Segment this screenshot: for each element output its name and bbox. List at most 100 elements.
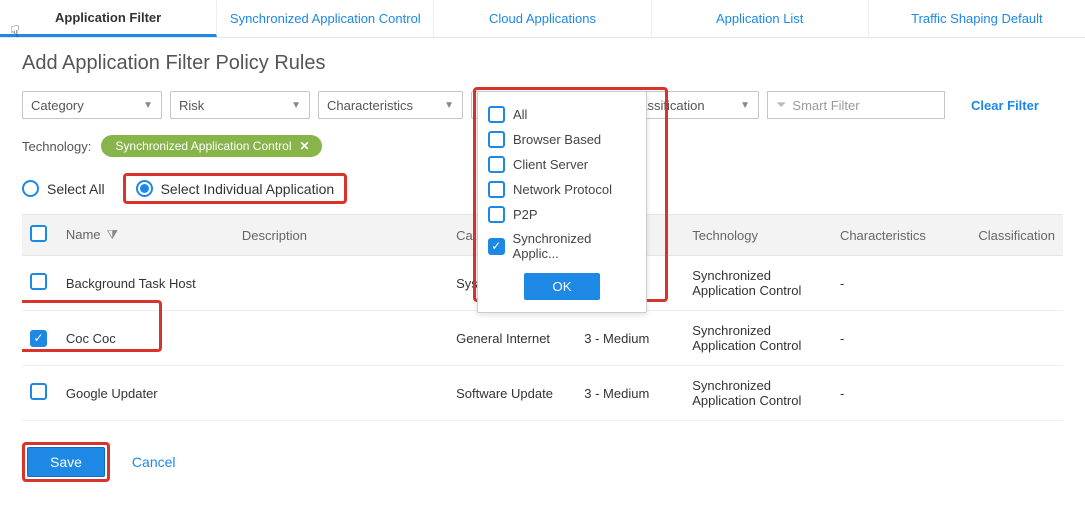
cell-name: Host Process for Windows Services — [58, 421, 234, 435]
chip-label: Technology: — [22, 139, 91, 154]
tab-label: Application List — [716, 11, 803, 26]
funnel-icon[interactable]: ⧩ — [107, 227, 119, 242]
cell-category: General Internet — [448, 311, 576, 366]
ok-button[interactable]: OK — [524, 273, 599, 300]
dropdown-risk[interactable]: Risk ▼ — [170, 91, 310, 119]
tech-option-p2p[interactable]: P2P — [488, 202, 636, 227]
cell-name: Google Updater — [58, 366, 234, 421]
smart-filter-input[interactable]: ⏷ Smart Filter — [767, 91, 945, 119]
row-checkbox[interactable] — [30, 273, 47, 290]
cell-category: System Applications — [448, 421, 576, 435]
close-icon[interactable]: ✕ — [300, 139, 310, 153]
option-label: P2P — [513, 207, 538, 222]
cell-risk: 3 - Medium — [576, 421, 684, 435]
cell-risk: 3 - Medium — [576, 311, 684, 366]
cell-name: Coc Coc — [58, 311, 234, 366]
cell-category: Software Update — [448, 366, 576, 421]
table-row[interactable]: Host Process for Windows Services System… — [22, 421, 1063, 435]
tab-application-list[interactable]: Application List — [652, 0, 869, 37]
dropdown-label: Characteristics — [327, 98, 413, 113]
dropdown-characteristics[interactable]: Characteristics ▼ — [318, 91, 463, 119]
dropdown-label: Risk — [179, 98, 204, 113]
option-label: All — [513, 107, 527, 122]
tab-label: Traffic Shaping Default — [911, 11, 1043, 26]
cell-technology: Synchronized Application Control — [684, 366, 832, 421]
checkbox[interactable] — [488, 181, 505, 198]
tab-bar: Application Filter Synchronized Applicat… — [0, 0, 1085, 38]
cell-class — [970, 256, 1063, 311]
chip-text: Synchronized Application Control — [115, 139, 291, 153]
tech-option-all[interactable]: All — [488, 102, 636, 127]
radio-select-all[interactable]: Select All — [22, 180, 105, 197]
cancel-link[interactable]: Cancel — [132, 454, 176, 470]
pointer-cursor-icon: ☟ — [10, 22, 20, 42]
cell-risk: 3 - Medium — [576, 366, 684, 421]
cell-class — [970, 366, 1063, 421]
cell-description — [234, 311, 448, 366]
cell-technology: Synchronized Application Control — [684, 256, 832, 311]
chevron-down-icon: ▼ — [143, 100, 153, 111]
chevron-down-icon: ▼ — [291, 100, 301, 111]
tech-option-network-protocol[interactable]: Network Protocol — [488, 177, 636, 202]
col-technology[interactable]: Technology — [684, 215, 832, 256]
cell-char: - — [832, 311, 970, 366]
radio-label: Select Individual Application — [161, 181, 335, 197]
filter-chip-technology[interactable]: Synchronized Application Control ✕ — [101, 135, 321, 157]
funnel-icon: ⏷ — [776, 97, 786, 113]
cell-description — [234, 366, 448, 421]
cell-char: - — [832, 366, 970, 421]
tab-cloud-applications[interactable]: Cloud Applications — [434, 0, 651, 37]
tab-label: Cloud Applications — [489, 11, 596, 26]
row-checkbox[interactable] — [30, 383, 47, 400]
dropdown-category[interactable]: Category ▼ — [22, 91, 162, 119]
tech-option-sync-app[interactable]: ✓ Synchronized Applic... — [488, 227, 636, 265]
radio-select-individual[interactable]: Select Individual Application — [123, 173, 348, 204]
cell-name: Background Task Host — [58, 256, 234, 311]
clear-filter-link[interactable]: Clear Filter — [971, 98, 1039, 113]
col-name-label: Name — [66, 227, 101, 242]
option-label: Network Protocol — [513, 182, 612, 197]
checkbox[interactable] — [488, 156, 505, 173]
tab-label: Application Filter — [55, 10, 161, 25]
radio-label: Select All — [47, 181, 105, 197]
tab-label: Synchronized Application Control — [230, 11, 421, 26]
tab-application-filter[interactable]: Application Filter — [0, 0, 217, 37]
checkbox[interactable] — [488, 131, 505, 148]
filter-row: Category ▼ Risk ▼ Characteristics ▼ Tech… — [22, 91, 1063, 119]
table-row[interactable]: Google Updater Software Update 3 - Mediu… — [22, 366, 1063, 421]
col-description[interactable]: Description — [234, 215, 448, 256]
tech-option-browser[interactable]: Browser Based — [488, 127, 636, 152]
cell-char: - — [832, 256, 970, 311]
checkbox[interactable] — [488, 206, 505, 223]
technology-popup: All Browser Based Client Server Network … — [477, 91, 647, 313]
cell-description — [234, 421, 448, 435]
option-label: Browser Based — [513, 132, 601, 147]
cell-class — [970, 311, 1063, 366]
radio-icon — [22, 180, 39, 197]
save-button[interactable]: Save — [27, 447, 105, 477]
tab-sync-app-control[interactable]: Synchronized Application Control — [217, 0, 434, 37]
col-characteristics[interactable]: Characteristics — [832, 215, 970, 256]
cell-class — [970, 421, 1063, 435]
cell-technology: Synchronized Application Control — [684, 421, 832, 435]
dropdown-label: Category — [31, 98, 84, 113]
page-title: Add Application Filter Policy Rules — [22, 52, 1063, 75]
chevron-down-icon: ▼ — [740, 100, 750, 111]
cell-description — [234, 256, 448, 311]
col-classification[interactable]: Classification — [970, 215, 1063, 256]
option-label: Synchronized Applic... — [513, 231, 636, 261]
tab-traffic-shaping[interactable]: Traffic Shaping Default — [869, 0, 1085, 37]
checkbox-checked[interactable]: ✓ — [488, 238, 505, 255]
col-name[interactable]: Name ⧩ — [58, 215, 234, 256]
chevron-down-icon: ▼ — [444, 100, 454, 111]
checkbox[interactable] — [488, 106, 505, 123]
tech-option-client-server[interactable]: Client Server — [488, 152, 636, 177]
cell-char: - — [832, 421, 970, 435]
table-row[interactable]: ✓ Coc Coc General Internet 3 - Medium Sy… — [22, 311, 1063, 366]
smart-filter-placeholder: Smart Filter — [792, 98, 859, 113]
cell-technology: Synchronized Application Control — [684, 311, 832, 366]
row-checkbox-checked[interactable]: ✓ — [30, 330, 47, 347]
footer-actions: Save Cancel — [0, 434, 1085, 492]
header-checkbox[interactable] — [30, 225, 47, 242]
option-label: Client Server — [513, 157, 588, 172]
